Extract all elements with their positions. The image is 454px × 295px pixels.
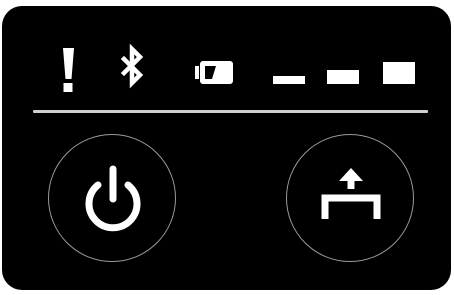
status-indicator-row [2, 6, 451, 110]
signal-level-icon [273, 62, 415, 84]
feed-button[interactable] [286, 134, 414, 262]
divider [33, 110, 428, 113]
bluetooth-icon [120, 43, 144, 89]
power-icon [85, 165, 141, 232]
power-button[interactable] [48, 134, 176, 262]
battery-icon [195, 61, 233, 84]
error-icon [63, 48, 74, 92]
paper-feed-icon [321, 168, 381, 219]
control-panel [2, 6, 451, 290]
